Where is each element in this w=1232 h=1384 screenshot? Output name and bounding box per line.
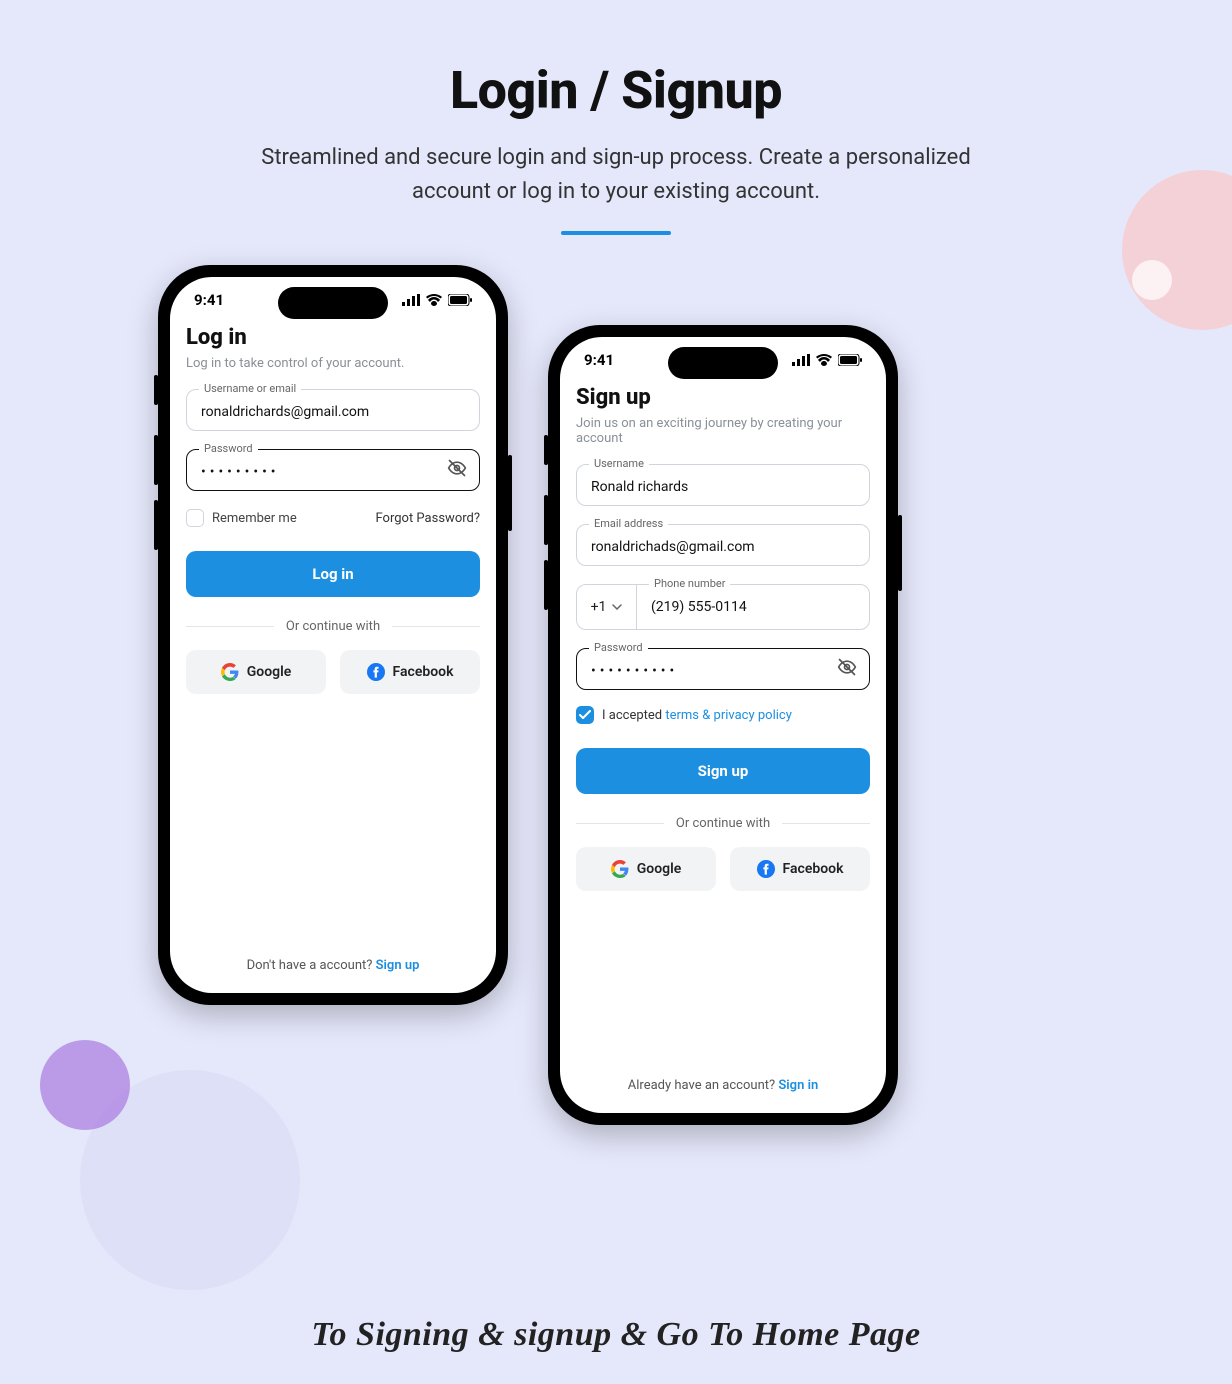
divider-line xyxy=(782,823,870,824)
divider-line xyxy=(392,626,480,627)
facebook-icon xyxy=(367,663,385,681)
username-value: ronaldrichards@gmail.com xyxy=(201,404,465,420)
signup-username-field[interactable]: Username Ronald richards xyxy=(576,464,870,506)
google-label: Google xyxy=(637,861,682,877)
eye-off-icon[interactable] xyxy=(447,458,467,482)
facebook-label: Facebook xyxy=(783,861,844,877)
battery-icon xyxy=(838,354,862,366)
remember-me-checkbox[interactable]: Remember me xyxy=(186,509,297,527)
phone-signup: 9:41 Sign up Join us on an exciting jour… xyxy=(548,325,898,1125)
signup-email-label: Email address xyxy=(589,517,668,530)
phone-notch xyxy=(278,287,388,319)
phone-notch xyxy=(668,347,778,379)
username-label: Username or email xyxy=(199,382,301,395)
facebook-button[interactable]: Facebook xyxy=(340,650,480,694)
signup-email-field[interactable]: Email address ronaldrichads@gmail.com xyxy=(576,524,870,566)
divider-text: Or continue with xyxy=(286,619,380,634)
signup-subtitle: Join us on an exciting journey by creati… xyxy=(576,416,870,446)
google-button[interactable]: Google xyxy=(186,650,326,694)
login-title: Log in xyxy=(186,325,480,350)
terms-text: I accepted xyxy=(602,708,665,723)
phone-value: (219) 555-0114 xyxy=(651,599,855,615)
status-time: 9:41 xyxy=(194,291,224,309)
tagline: To Signing & signup & Go To Home Page xyxy=(0,1316,1232,1354)
chevron-down-icon xyxy=(612,604,622,610)
divider-text: Or continue with xyxy=(676,816,770,831)
login-button[interactable]: Log in xyxy=(186,551,480,597)
divider-line xyxy=(576,823,664,824)
signup-button[interactable]: Sign up xyxy=(576,748,870,794)
password-label: Password xyxy=(199,442,258,455)
divider-line xyxy=(186,626,274,627)
signin-link[interactable]: Sign in xyxy=(778,1078,818,1093)
facebook-button[interactable]: Facebook xyxy=(730,847,870,891)
checkbox-icon xyxy=(186,509,204,527)
eye-off-icon[interactable] xyxy=(837,657,857,681)
page-subtitle: Streamlined and secure login and sign-up… xyxy=(246,141,986,209)
signup-password-field[interactable]: Password •••••••••• xyxy=(576,648,870,690)
facebook-label: Facebook xyxy=(393,664,454,680)
status-time: 9:41 xyxy=(584,351,614,369)
page-title: Login / Signup xyxy=(0,60,1232,121)
signup-username-label: Username xyxy=(589,457,649,470)
phone-login: 9:41 Log in Log in to take control of yo… xyxy=(158,265,508,1005)
battery-icon xyxy=(448,294,472,306)
signup-password-label: Password xyxy=(589,641,648,654)
remember-me-label: Remember me xyxy=(212,511,297,526)
terms-link[interactable]: terms & privacy policy xyxy=(665,708,792,723)
google-icon xyxy=(221,663,239,681)
phone-code-value: +1 xyxy=(591,599,607,615)
login-subtitle: Log in to take control of your account. xyxy=(186,356,480,371)
username-field[interactable]: Username or email ronaldrichards@gmail.c… xyxy=(186,389,480,431)
signup-username-value: Ronald richards xyxy=(591,479,855,495)
signal-icon xyxy=(402,294,420,306)
phone-number-field[interactable]: Phone number (219) 555-0114 xyxy=(636,584,870,630)
google-button[interactable]: Google xyxy=(576,847,716,891)
phone-code-selector[interactable]: +1 xyxy=(576,584,636,630)
signup-link[interactable]: Sign up xyxy=(376,958,420,973)
forgot-password-link[interactable]: Forgot Password? xyxy=(375,511,480,526)
password-value: ••••••••• xyxy=(201,464,465,480)
status-icons xyxy=(792,354,862,366)
bottom-text: Already have an account? xyxy=(628,1078,779,1093)
terms-checkbox[interactable] xyxy=(576,706,594,724)
title-underline xyxy=(561,231,671,235)
facebook-icon xyxy=(757,860,775,878)
phone-label: Phone number xyxy=(649,577,730,590)
wifi-icon xyxy=(816,354,832,366)
signup-title: Sign up xyxy=(576,385,870,410)
google-icon xyxy=(611,860,629,878)
signup-password-value: •••••••••• xyxy=(591,663,855,679)
status-icons xyxy=(402,294,472,306)
signup-email-value: ronaldrichads@gmail.com xyxy=(591,539,855,555)
password-field[interactable]: Password ••••••••• xyxy=(186,449,480,491)
check-icon xyxy=(579,710,591,720)
google-label: Google xyxy=(247,664,292,680)
wifi-icon xyxy=(426,294,442,306)
signal-icon xyxy=(792,354,810,366)
bottom-text: Don't have a account? xyxy=(247,958,376,973)
